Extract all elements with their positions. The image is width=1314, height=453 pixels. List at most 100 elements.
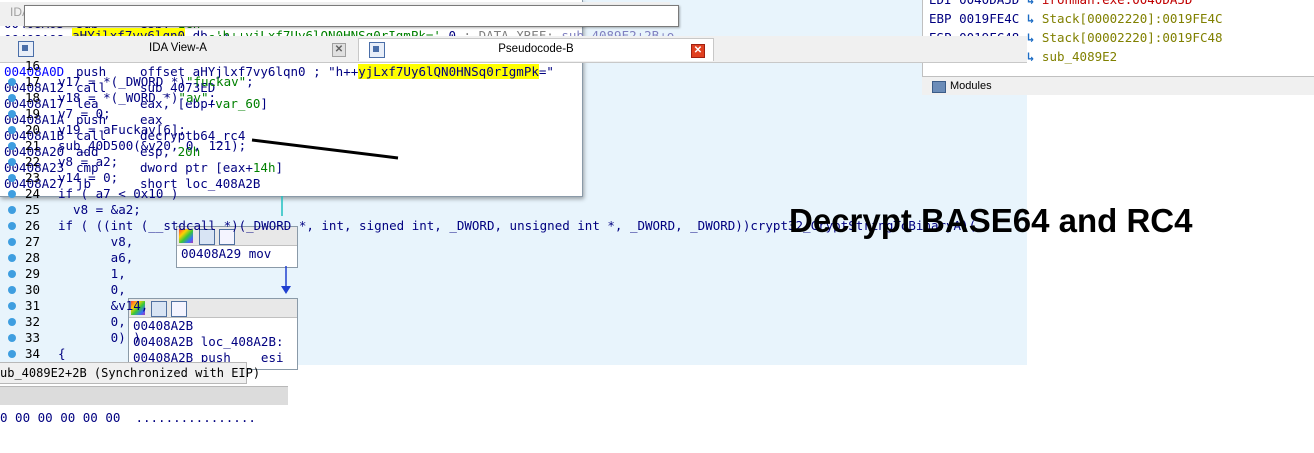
- tab-label: Pseudocode-B: [498, 43, 574, 55]
- breakpoint-dot-icon[interactable]: [8, 190, 16, 198]
- hint-bar: IDA aHYjlxf7vy6lqn0 db 'h++yjLxf7Uy6lQN0…: [0, 2, 680, 43]
- line-number: 34: [24, 346, 40, 361]
- line-number: 23: [24, 170, 40, 185]
- line-number: 27: [24, 234, 40, 249]
- code-line[interactable]: 19 v7 = 0;: [0, 106, 1027, 122]
- code-fragment: ;: [246, 74, 254, 89]
- breakpoint-dot-icon[interactable]: [8, 286, 16, 294]
- breakpoint-dot-icon[interactable]: [8, 158, 16, 166]
- breakpoint-dot-icon[interactable]: [8, 270, 16, 278]
- line-number: 20: [24, 122, 40, 137]
- code-text: 0,: [58, 282, 126, 297]
- code-line[interactable]: 21 sub_40D500(&v20, 0, 121);: [0, 138, 1027, 154]
- code-line[interactable]: 30 0,: [0, 282, 1027, 298]
- line-number: 21: [24, 138, 40, 153]
- breakpoint-dot-icon[interactable]: [8, 238, 16, 246]
- breakpoint-dot-icon[interactable]: [8, 126, 16, 134]
- breakpoint-dot-icon[interactable]: [8, 350, 16, 358]
- code-text: a6,: [58, 250, 134, 265]
- string-literal: "av": [178, 90, 209, 105]
- register-target[interactable]: ironman.exe:0040DA5D: [1042, 0, 1193, 7]
- close-icon[interactable]: ✕: [332, 43, 346, 57]
- close-icon[interactable]: ✕: [691, 44, 705, 58]
- breakpoint-dot-icon[interactable]: [8, 206, 16, 214]
- line-number: 32: [24, 314, 40, 329]
- code-text: sub_40D500(&v20, 0, 121);: [58, 138, 247, 153]
- code-line[interactable]: 33 0) ): [0, 330, 1027, 346]
- line-number: 29: [24, 266, 40, 281]
- hex-view-header: [0, 386, 288, 405]
- register-name: EDI: [929, 0, 952, 7]
- code-text: v14 = 0;: [58, 170, 119, 185]
- code-line[interactable]: 34 {: [0, 346, 1027, 362]
- line-number: 25: [24, 202, 40, 217]
- code-text: v7 = 0;: [58, 106, 111, 121]
- code-line[interactable]: 24 if ( a7 < 0x10 ): [0, 186, 1027, 202]
- breakpoint-dot-icon[interactable]: [8, 142, 16, 150]
- register-row[interactable]: EDI 0040DA5D ↳ ironman.exe:0040DA5D: [929, 0, 1192, 9]
- line-number: 28: [24, 250, 40, 265]
- code-line[interactable]: 16: [0, 58, 1027, 74]
- code-text: v18 = *(_WORD *)"av";: [58, 90, 216, 106]
- line-number: 16: [24, 58, 40, 73]
- code-line[interactable]: 28 a6,: [0, 250, 1027, 266]
- code-line[interactable]: 29 1,: [0, 266, 1027, 282]
- code-text: 0) ): [58, 330, 141, 345]
- code-text: &v14,: [58, 298, 149, 313]
- annotation-text: Decrypt BASE64 and RC4: [789, 202, 1193, 239]
- sync-status: ub_4089E2+2B (Synchronized with EIP): [0, 362, 260, 384]
- line-number: 33: [24, 330, 40, 345]
- register-row[interactable]: EBP 0019FE4C ↳ Stack[00002220]:0019FE4C: [929, 9, 1223, 28]
- code-line[interactable]: 32 0,: [0, 314, 1027, 330]
- code-text: v8 = &a2;: [58, 202, 141, 217]
- register-target[interactable]: sub_4089E2: [1042, 49, 1117, 64]
- hex-row: 0 00 00 00 00 00 ................: [0, 410, 256, 425]
- code-line[interactable]: 23 v14 = 0;: [0, 170, 1027, 186]
- breakpoint-dot-icon[interactable]: [8, 174, 16, 182]
- tab-label: IDA View-A: [149, 42, 207, 54]
- code-line[interactable]: 17 v17 = *(_DWORD *)"fuckav";: [0, 74, 1027, 90]
- register-target[interactable]: Stack[00002220]:0019FE4C: [1042, 11, 1223, 26]
- code-text: if ( a7 < 0x10 ): [58, 186, 179, 201]
- code-line[interactable]: 20 v19 = aFuckav[6];: [0, 122, 1027, 138]
- code-text: 1,: [58, 266, 126, 281]
- code-text: v8 = a2;: [58, 154, 119, 169]
- code-line[interactable]: 22 v8 = a2;: [0, 154, 1027, 170]
- code-line[interactable]: 18 v18 = *(_WORD *)"av";: [0, 90, 1027, 106]
- register-name: EBP: [929, 11, 952, 26]
- line-number: 22: [24, 154, 40, 169]
- breakpoint-dot-icon[interactable]: [8, 222, 16, 230]
- line-number: 26: [24, 218, 40, 233]
- ida-window[interactable]: IDA aHYjlxf7vy6lqn0 db 'h++yjLxf7Uy6lQN0…: [0, 0, 1193, 365]
- breakpoint-dot-icon[interactable]: [8, 334, 16, 342]
- string-literal: "fuckav": [185, 74, 247, 89]
- line-number: 30: [24, 282, 40, 297]
- breakpoint-dot-icon[interactable]: [8, 302, 16, 310]
- breakpoint-dot-icon[interactable]: [8, 110, 16, 118]
- code-text: 0,: [58, 314, 126, 329]
- line-number: 31: [24, 298, 40, 313]
- line-number: 19: [24, 106, 40, 121]
- code-line[interactable]: 31 &v14,: [0, 298, 1027, 314]
- register-value: 0040DA5D: [959, 0, 1019, 7]
- code-text: {: [58, 346, 66, 361]
- line-number: 24: [24, 186, 40, 201]
- breakpoint-dot-icon[interactable]: [8, 318, 16, 326]
- tab-ida-view-a[interactable]: IDA View-A ✕: [8, 38, 348, 60]
- code-fragment: v18 = *(_WORD *): [58, 90, 179, 105]
- xref-hint-popup: aHYjlxf7vy6lqn0 db 'h++yjLxf7Uy6lQN0HNSq…: [24, 5, 680, 43]
- breakpoint-dot-icon[interactable]: [8, 78, 16, 86]
- breakpoint-dot-icon[interactable]: [8, 94, 16, 102]
- register-target[interactable]: Stack[00002220]:0019FC48: [1042, 30, 1223, 45]
- line-number: 18: [24, 90, 40, 105]
- breakpoint-dot-icon[interactable]: [8, 254, 16, 262]
- line-number: 17: [24, 74, 40, 89]
